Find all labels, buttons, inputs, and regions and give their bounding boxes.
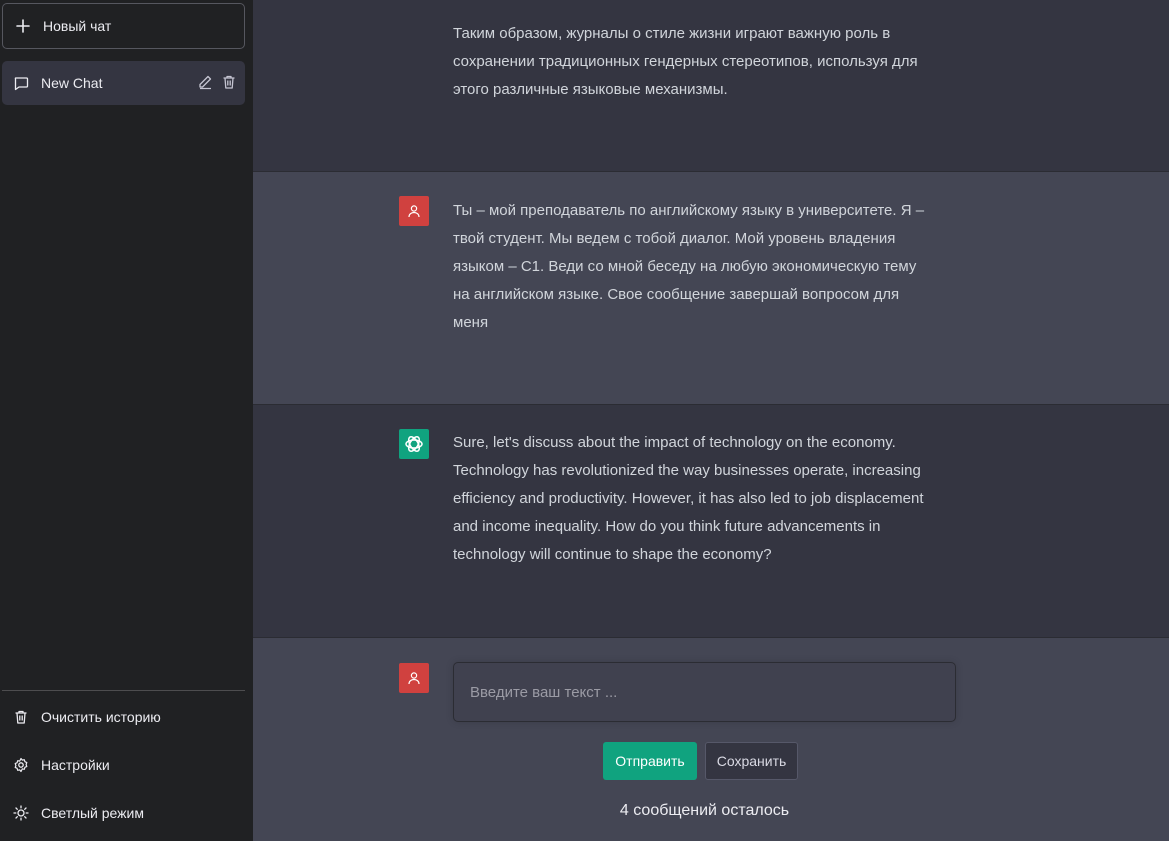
new-chat-button[interactable]: Новый чат <box>2 3 245 49</box>
sun-icon <box>13 805 29 821</box>
message-text: Таким образом, журналы о стиле жизни игр… <box>453 25 918 98</box>
user-icon <box>408 672 420 685</box>
openai-logo-icon <box>405 436 423 452</box>
message-user: Ты – мой преподаватель по английскому яз… <box>253 172 1169 405</box>
user-avatar <box>399 663 429 693</box>
trash-icon[interactable] <box>221 74 237 90</box>
chat-item-label: New Chat <box>41 75 103 91</box>
message-assistant: Таким образом, журналы о стиле жизни игр… <box>253 0 1169 172</box>
chat-main: Таким образом, журналы о стиле жизни игр… <box>253 0 1169 841</box>
clear-history-label: Очистить историю <box>41 709 161 725</box>
assistant-avatar <box>399 429 429 459</box>
edit-icon[interactable] <box>197 74 213 90</box>
composer: Отправить Сохранить 4 сообщений осталось <box>253 638 1169 841</box>
plus-icon <box>16 19 30 33</box>
message-icon <box>13 75 29 91</box>
sidebar-divider <box>2 690 245 691</box>
message-text: Sure, let's discuss about the impact of … <box>453 434 924 563</box>
light-mode-label: Светлый режим <box>41 805 144 821</box>
send-button[interactable]: Отправить <box>603 742 697 780</box>
settings-label: Настройки <box>41 757 110 773</box>
save-button[interactable]: Сохранить <box>705 742 798 780</box>
message-input[interactable] <box>453 662 956 722</box>
new-chat-label: Новый чат <box>43 18 112 34</box>
sidebar-chat-item[interactable]: New Chat <box>2 61 245 105</box>
gear-icon <box>13 757 29 773</box>
clear-history-button[interactable]: Очистить историю <box>2 695 245 739</box>
message-text: Ты – мой преподаватель по английскому яз… <box>453 202 925 331</box>
chat-item-actions <box>197 74 237 90</box>
settings-button[interactable]: Настройки <box>2 743 245 787</box>
message-assistant: Sure, let's discuss about the impact of … <box>253 405 1169 638</box>
user-icon <box>408 205 420 218</box>
messages-remaining: 4 сообщений осталось <box>619 802 790 819</box>
user-avatar <box>399 196 429 226</box>
trash-icon <box>13 709 29 725</box>
light-mode-button[interactable]: Светлый режим <box>2 791 245 835</box>
sidebar: Новый чат New Chat Очистить историю Наст… <box>0 0 253 841</box>
